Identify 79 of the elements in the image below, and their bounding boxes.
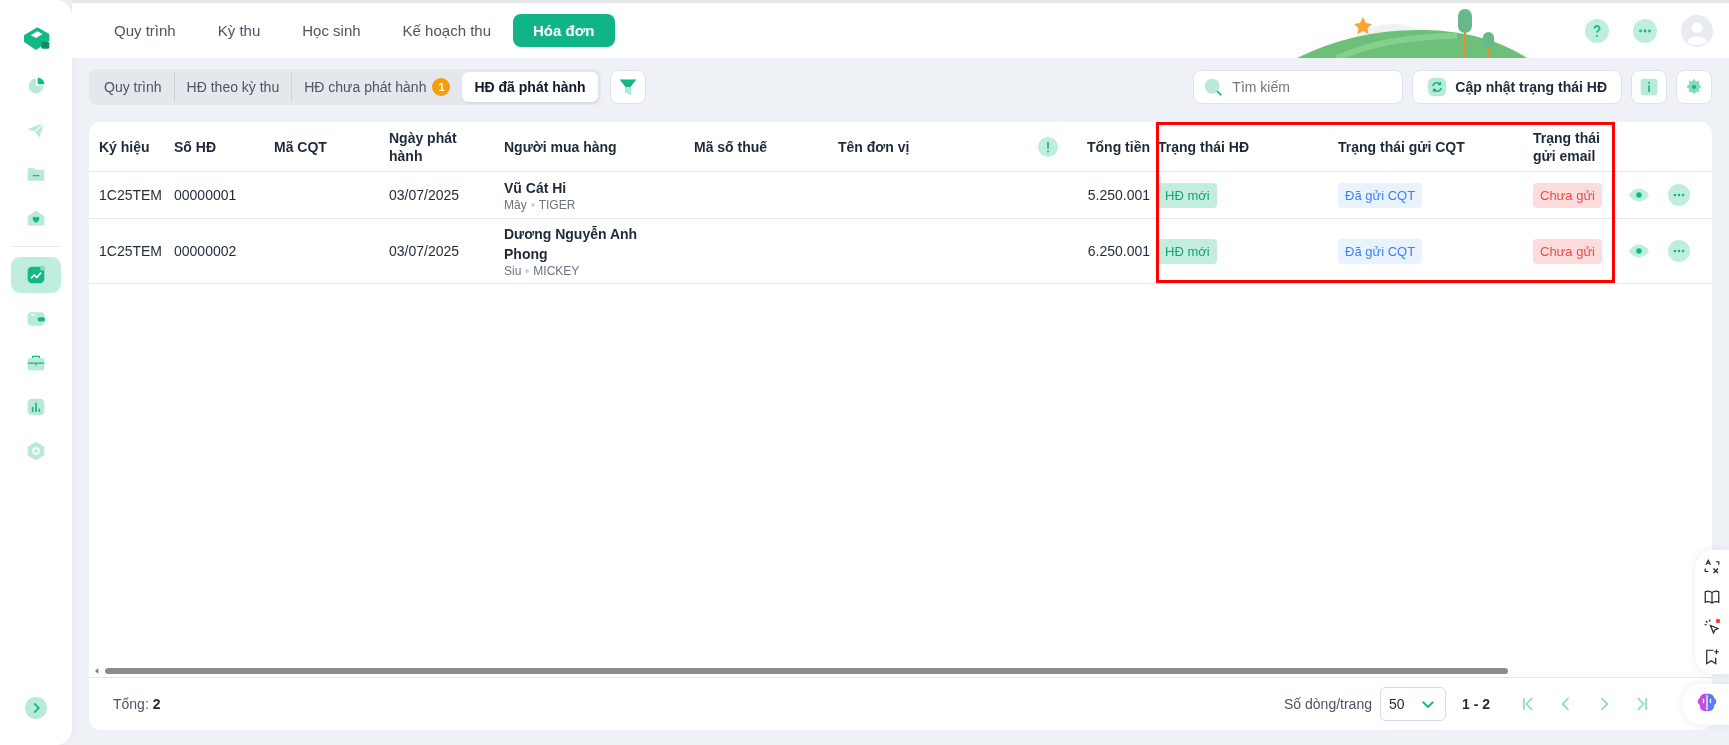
column-header: Tổng tiền: [1086, 137, 1151, 156]
column-header: Số HĐ: [174, 137, 217, 156]
buyer-detail: Mây: [504, 198, 527, 212]
rows-per-page-label: Số dòng/trang: [1284, 696, 1372, 712]
column-header: Ngày phát hành: [389, 128, 458, 165]
column-header: Ký hiệu: [99, 137, 151, 156]
more-icon[interactable]: [1668, 240, 1690, 262]
sub-tab[interactable]: HĐ chưa phát hành 1: [291, 72, 463, 102]
nav-icon: [26, 441, 46, 461]
update-status-button[interactable]: Cập nhật trạng thái HĐ: [1412, 70, 1622, 104]
rows-per-page-select[interactable]: 50: [1380, 687, 1446, 721]
buyer-name: Vũ Cát Hi: [504, 179, 568, 198]
buyer-detail: Siu: [504, 264, 522, 278]
buyer-detail: TIGER: [538, 198, 576, 212]
settings-icon: [1684, 77, 1704, 97]
column-header: Trạng thái gửi CQT: [1338, 137, 1466, 156]
buyer-detail: MICKEY: [533, 264, 580, 278]
nav-tab[interactable]: Kế hoạch thu: [382, 14, 511, 47]
search-field[interactable]: Tìm kiếm: [1193, 70, 1404, 104]
warning-icon: [1038, 136, 1058, 157]
nav-icon: [26, 120, 46, 140]
status-tag: HĐ mới: [1158, 182, 1217, 208]
nav-icon: [26, 309, 46, 329]
search-icon: [1203, 77, 1224, 97]
help-icon[interactable]: [1585, 18, 1609, 43]
nav-tab[interactable]: Kỳ thu: [197, 14, 281, 47]
translate-icon[interactable]: [1703, 558, 1721, 576]
table-cell-text: 03/07/2025: [389, 243, 461, 259]
book-icon[interactable]: [1703, 588, 1721, 606]
table-cell-text: 5.250.001: [1086, 187, 1151, 203]
info-icon: [1639, 77, 1659, 97]
column-header: Người mua hàng: [504, 137, 618, 156]
more-icon[interactable]: [1668, 184, 1690, 206]
sub-tab[interactable]: HĐ đã phát hành: [462, 72, 598, 102]
buyer-name: Dương Nguyễn Anh Phong: [504, 225, 639, 264]
status-tag: Chưa gửi: [1533, 182, 1602, 208]
scroll-left-icon[interactable]: [93, 667, 101, 675]
column-header: Trạng thái gửi email: [1533, 128, 1601, 165]
expand-icon[interactable]: [25, 697, 47, 719]
separator-dot: [530, 203, 535, 207]
nav-tab[interactable]: Quy trình: [94, 14, 196, 47]
total-count: 2: [152, 696, 161, 712]
scrollbar-thumb[interactable]: [105, 668, 1508, 674]
table-cell-text: 00000002: [174, 243, 238, 259]
table-cell-text: 6.250.001: [1086, 243, 1151, 259]
status-tag: HĐ mới: [1158, 238, 1217, 264]
table-cell-text: 1C25TEM: [99, 187, 164, 203]
nav-icon: [26, 353, 46, 373]
nav-tab[interactable]: Học sinh: [282, 14, 381, 47]
total-label: Tổng:: [113, 696, 149, 712]
bookmark-add-icon[interactable]: [1703, 648, 1721, 666]
sidebar-item[interactable]: [11, 257, 61, 293]
table-cell-text: 03/07/2025: [389, 187, 461, 203]
refresh-icon: [1427, 77, 1448, 97]
nav-icon: [26, 208, 46, 228]
nav-icon: [26, 76, 46, 96]
status-tag: Đã gửi CQT: [1338, 182, 1423, 208]
nav-icon: [26, 265, 46, 285]
sub-tab[interactable]: HĐ theo kỳ thu: [173, 72, 292, 102]
separator-dot: [525, 269, 530, 273]
table-cell-text: 00000001: [174, 187, 238, 203]
nav-icon: [26, 397, 46, 417]
cursor-click-icon[interactable]: [1703, 618, 1721, 636]
info-button[interactable]: [1631, 70, 1667, 104]
table-cell-text: 1C25TEM: [99, 243, 164, 259]
column-header: Trạng thái HĐ: [1158, 137, 1250, 156]
column-header: Tên đơn vị: [838, 137, 911, 156]
status-tag: Đã gửi CQT: [1338, 238, 1423, 264]
settings-button[interactable]: [1676, 70, 1712, 104]
count-badge: 1: [432, 78, 451, 96]
column-header: Mã số thuế: [694, 137, 769, 156]
status-tag: Chưa gửi: [1533, 238, 1602, 264]
assistant-button[interactable]: [1683, 684, 1729, 725]
more-icon[interactable]: [1633, 18, 1657, 43]
filter-button[interactable]: [609, 70, 646, 104]
filter-icon: [617, 77, 638, 97]
column-header: Mã CQT: [274, 137, 328, 156]
page-range: 1 - 2: [1462, 696, 1490, 712]
sub-tab[interactable]: Quy trình: [92, 72, 174, 102]
